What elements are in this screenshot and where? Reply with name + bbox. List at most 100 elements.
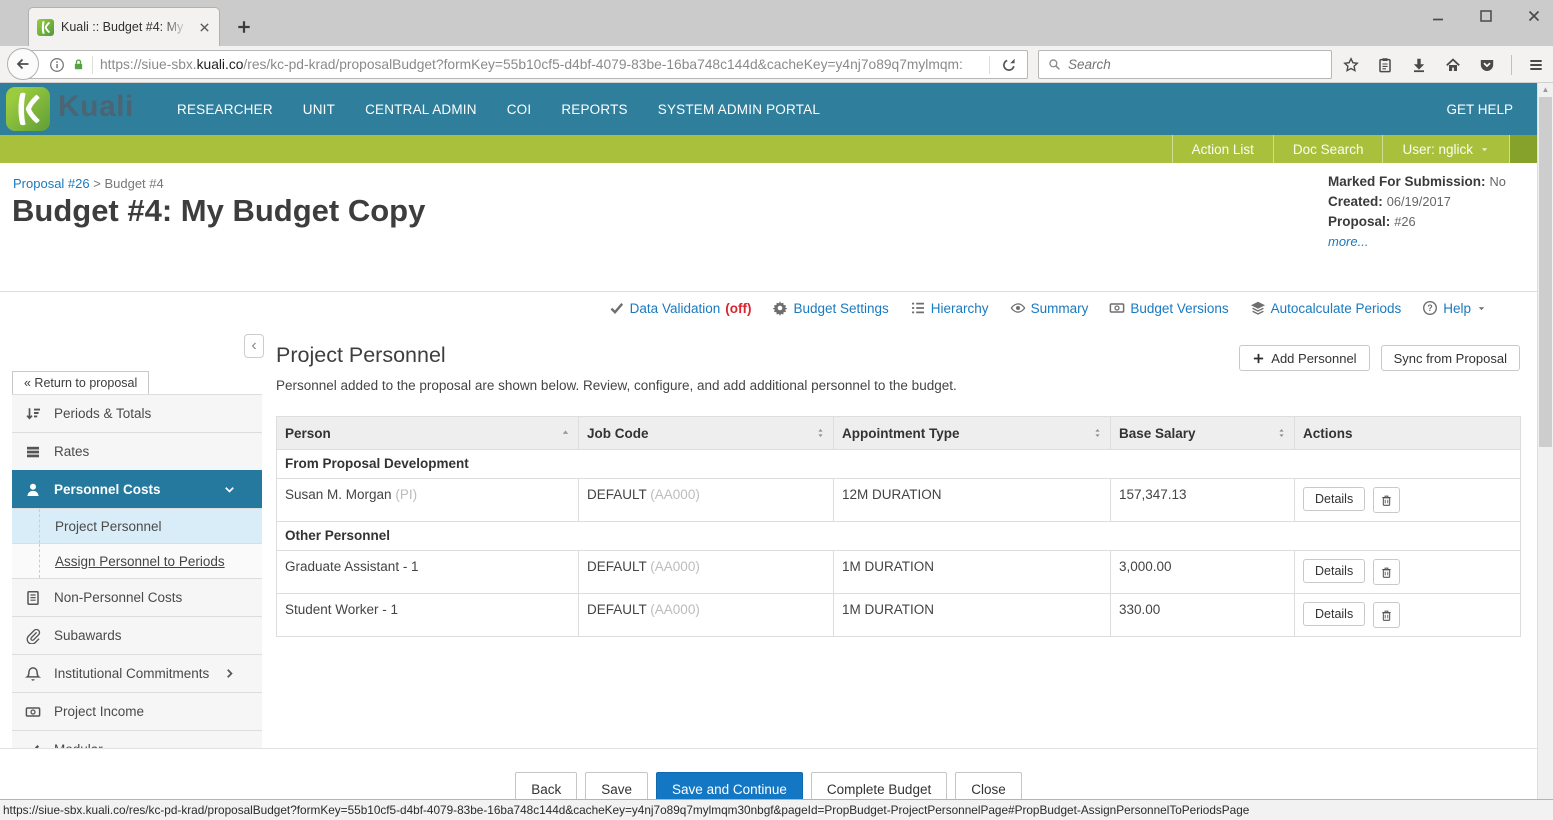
table-row: Susan M. Morgan (PI)DEFAULT (AA000)12M D… (277, 479, 1521, 522)
toolbar-hierarchy[interactable]: Hierarchy (910, 300, 989, 316)
table-header-row: PersonJob CodeAppointment TypeBase Salar… (277, 417, 1521, 450)
tab-close-icon[interactable] (198, 21, 211, 34)
bars-icon (24, 444, 42, 460)
scrollbar-thumb[interactable] (1539, 97, 1552, 447)
job-code: DEFAULT (587, 559, 647, 574)
return-to-proposal-button[interactable]: « Return to proposal (12, 371, 149, 395)
reload-icon[interactable] (997, 57, 1021, 73)
toolbar-summary[interactable]: Summary (1010, 300, 1089, 316)
nav-reports[interactable]: REPORTS (561, 102, 627, 117)
toolbar-suffix: (off) (725, 301, 751, 316)
kuali-wordmark[interactable]: Kuali (58, 90, 134, 124)
sidebar-item-modular[interactable]: Modular (12, 730, 262, 748)
bell-icon (24, 666, 42, 682)
person-cell: Student Worker - 1 (277, 594, 579, 637)
hamburger-icon[interactable] (1526, 57, 1546, 73)
section-actions: Add Personnel Sync from Proposal (1239, 345, 1520, 371)
toolbar-budget-settings[interactable]: Budget Settings (772, 300, 888, 316)
sort-toggle-icon[interactable] (1276, 428, 1287, 439)
delete-button[interactable] (1373, 487, 1400, 513)
sidebar-item-periods-totals[interactable]: Periods & Totals (12, 394, 262, 432)
window-maximize-button[interactable] (1477, 8, 1495, 24)
nav-unit[interactable]: UNIT (303, 102, 335, 117)
person-name: Susan M. Morgan (285, 487, 392, 502)
sync-from-proposal-button[interactable]: Sync from Proposal (1381, 345, 1520, 371)
sort-toggle-icon[interactable] (815, 428, 826, 439)
pocket-icon[interactable] (1477, 57, 1497, 73)
scroll-up-arrow-icon[interactable]: ▲ (1538, 84, 1553, 96)
toolbar-data-validation[interactable]: Data Validation(off) (609, 300, 752, 316)
https-lock-icon (72, 58, 85, 71)
details-button[interactable]: Details (1303, 602, 1365, 626)
kuali-favicon-icon (37, 19, 54, 36)
appointment-type-cell: 1M DURATION (834, 594, 1111, 637)
window-minimize-button[interactable] (1429, 8, 1447, 24)
kuali-logo-icon[interactable] (6, 87, 50, 131)
delete-button[interactable] (1373, 602, 1400, 628)
sidebar-item-label: Project Personnel (55, 519, 162, 534)
search-box[interactable] (1038, 50, 1332, 79)
person-cell: Susan M. Morgan (PI) (277, 479, 579, 522)
column-header-person[interactable]: Person (277, 417, 579, 450)
column-header-base-salary[interactable]: Base Salary (1111, 417, 1295, 450)
get-help-link[interactable]: GET HELP (1446, 83, 1513, 135)
home-icon[interactable] (1443, 57, 1463, 73)
sidebar-item-personnel-costs[interactable]: Personnel Costs (12, 470, 262, 508)
sort-ascending-icon[interactable] (560, 428, 571, 439)
trash-icon (1380, 566, 1393, 579)
download-icon[interactable] (1409, 57, 1429, 73)
tab-title: Kuali :: Budget #4: My Budge (61, 20, 191, 34)
details-button[interactable]: Details (1303, 487, 1365, 511)
meta-label: Proposal: (1328, 214, 1390, 229)
url-bar[interactable]: https://siue-sbx.kuali.co/res/kc-pd-krad… (24, 50, 1028, 79)
nav-researcher[interactable]: RESEARCHER (177, 102, 273, 117)
chevron-right-icon (220, 667, 238, 680)
svg-text:?: ? (1427, 303, 1433, 313)
budget-toolbar: Data Validation(off) Budget Settings Hiera… (0, 291, 1537, 324)
clipboard-icon[interactable] (1375, 57, 1395, 73)
window-controls (1429, 3, 1543, 29)
sidebar-item-institutional-commitments[interactable]: Institutional Commitments (12, 654, 262, 692)
sidebar-item-non-personnel-costs[interactable]: Non-Personnel Costs (12, 578, 262, 616)
sidebar-item-subawards[interactable]: Subawards (12, 616, 262, 654)
back-button[interactable] (7, 48, 39, 80)
sidebar-item-project-personnel[interactable]: Project Personnel (12, 508, 262, 543)
actionbar-label: User: nglick (1402, 142, 1473, 157)
page-info-icon[interactable] (49, 57, 65, 73)
toolbar-help[interactable]: ?Help (1422, 300, 1487, 316)
breadcrumb-proposal-link[interactable]: Proposal #26 (13, 176, 90, 191)
window-close-button[interactable] (1525, 8, 1543, 24)
star-icon[interactable] (1341, 57, 1361, 73)
nav-system-admin-portal[interactable]: SYSTEM ADMIN PORTAL (658, 102, 820, 117)
column-header-appointment-type[interactable]: Appointment Type (834, 417, 1111, 450)
nav-central-admin[interactable]: CENTRAL ADMIN (365, 102, 477, 117)
column-header-actions: Actions (1295, 417, 1521, 450)
delete-button[interactable] (1373, 559, 1400, 585)
toolbar-autocalculate-periods[interactable]: Autocalculate Periods (1250, 300, 1402, 316)
sidebar-item-assign-personnel-to-periods[interactable]: Assign Personnel to Periods (12, 543, 262, 578)
toolbar-budget-versions[interactable]: Budget Versions (1109, 300, 1228, 316)
browser-tab[interactable]: Kuali :: Budget #4: My Budge (28, 7, 220, 46)
sidebar-item-label: Personnel Costs (54, 482, 161, 497)
search-input[interactable] (1068, 57, 1322, 72)
actionbar-doc-search[interactable]: Doc Search (1273, 135, 1383, 163)
nav-coi[interactable]: COI (507, 102, 532, 117)
more-link[interactable]: more... (1328, 234, 1368, 249)
new-tab-button[interactable] (228, 13, 260, 40)
actionbar-user-nglick[interactable]: User: nglick (1382, 135, 1510, 163)
vertical-scrollbar[interactable]: ▲ ▼ (1537, 83, 1553, 820)
sidebar-item-label: Periods & Totals (54, 406, 151, 421)
details-button[interactable]: Details (1303, 559, 1365, 583)
column-header-job-code[interactable]: Job Code (579, 417, 834, 450)
sidebar-item-project-income[interactable]: Project Income (12, 692, 262, 730)
sidebar-item-rates[interactable]: Rates (12, 432, 262, 470)
sort-toggle-icon[interactable] (1092, 428, 1103, 439)
eye-icon (1010, 300, 1026, 316)
section-description: Personnel added to the proposal are show… (276, 378, 1520, 393)
personnel-table: PersonJob CodeAppointment TypeBase Salar… (276, 416, 1521, 637)
meta-value: 06/19/2017 (1387, 194, 1451, 209)
sidebar-collapse-button[interactable]: ‹ (244, 334, 264, 358)
main-panel: Project Personnel Personnel added to the… (276, 343, 1520, 637)
actionbar-action-list[interactable]: Action List (1172, 135, 1273, 163)
add-personnel-button[interactable]: Add Personnel (1239, 345, 1369, 371)
